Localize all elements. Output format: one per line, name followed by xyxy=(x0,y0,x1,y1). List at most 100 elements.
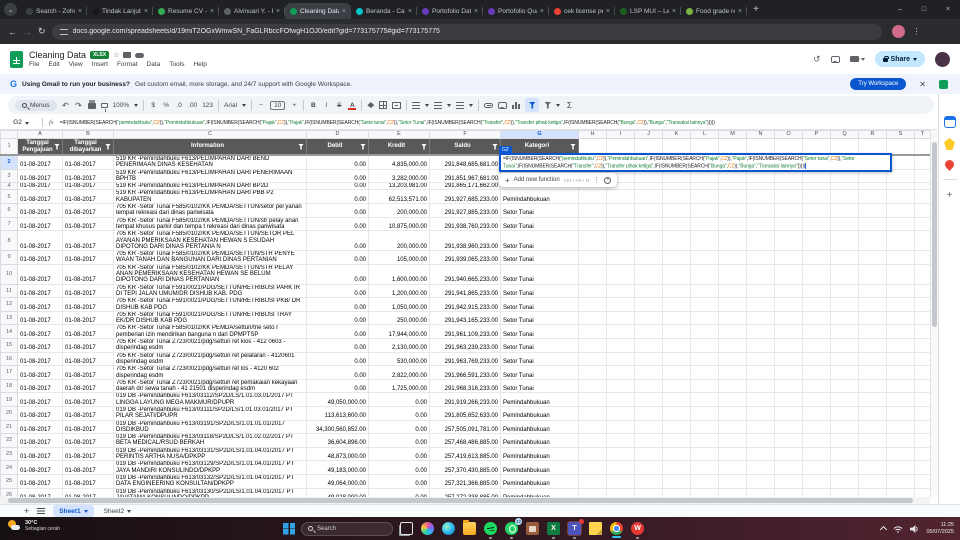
cell[interactable]: 291,968,316,233.00 xyxy=(430,379,501,393)
name-box[interactable]: G2 xyxy=(0,119,42,127)
cell[interactable]: Setor Tunai xyxy=(501,217,579,231)
empty-cell[interactable] xyxy=(859,231,887,251)
site-info-icon[interactable] xyxy=(60,29,68,35)
empty-cell[interactable] xyxy=(691,183,719,190)
empty-cell[interactable] xyxy=(635,284,663,298)
cell[interactable]: 01-08-2017 xyxy=(63,183,114,190)
tab-close-icon[interactable]: × xyxy=(672,8,676,15)
vertical-scrollbar-thumb[interactable] xyxy=(932,142,937,327)
cell[interactable]: 257,468,486,885.00 xyxy=(430,434,501,448)
menu-view[interactable]: View xyxy=(69,61,83,68)
menu-data[interactable]: Data xyxy=(147,61,161,68)
empty-cell[interactable] xyxy=(803,434,831,448)
empty-cell[interactable] xyxy=(635,311,663,325)
cell[interactable]: 01-08-2017 xyxy=(18,379,63,393)
empty-cell[interactable] xyxy=(607,251,635,265)
column-header-D[interactable]: D xyxy=(307,131,369,139)
cell[interactable]: 01-08-2017 xyxy=(63,488,114,497)
empty-cell[interactable] xyxy=(915,251,931,265)
start-button[interactable] xyxy=(283,523,295,535)
empty-cell[interactable] xyxy=(831,264,859,284)
column-header-N[interactable]: N xyxy=(747,131,775,139)
browser-tab[interactable]: Food grade rec× xyxy=(681,3,747,19)
empty-cell[interactable] xyxy=(775,325,803,339)
empty-cell[interactable] xyxy=(775,461,803,475)
empty-cell[interactable] xyxy=(747,325,775,339)
row-header-24[interactable]: 24 xyxy=(1,461,18,475)
cell[interactable]: 01-08-2017 xyxy=(18,474,63,488)
cell[interactable]: 291,938,760,233.00 xyxy=(430,217,501,231)
empty-cell[interactable] xyxy=(915,420,931,434)
row-header-22[interactable]: 22 xyxy=(1,434,18,448)
cell[interactable]: Pemindahbukuan xyxy=(501,190,579,204)
empty-cell[interactable] xyxy=(719,217,747,231)
sheets-panel-icon[interactable] xyxy=(939,80,948,89)
cell[interactable]: 01-08-2017 xyxy=(63,420,114,434)
empty-cell[interactable] xyxy=(719,420,747,434)
cell[interactable]: 705 KR -Setor Tunai F585/0102/KK PEMDA/S… xyxy=(114,231,307,251)
empty-cell[interactable] xyxy=(859,311,887,325)
empty-cell[interactable] xyxy=(663,352,691,366)
cell[interactable]: 291,943,165,233.00 xyxy=(430,311,501,325)
empty-cell[interactable] xyxy=(887,474,915,488)
filter-icon[interactable] xyxy=(298,144,304,150)
sticky-notes-icon[interactable] xyxy=(588,521,603,536)
empty-cell[interactable] xyxy=(663,251,691,265)
empty-cell[interactable] xyxy=(607,406,635,420)
empty-cell[interactable] xyxy=(691,488,719,497)
menu-tools[interactable]: Tools xyxy=(169,61,184,68)
cell[interactable]: 291,939,065,233.00 xyxy=(430,251,501,265)
empty-cell[interactable] xyxy=(831,393,859,407)
empty-cell[interactable] xyxy=(691,325,719,339)
fill-color-icon[interactable] xyxy=(367,102,374,108)
empty-cell[interactable] xyxy=(859,393,887,407)
cell[interactable]: 0.00 xyxy=(307,204,369,218)
cell[interactable]: 01-08-2017 xyxy=(18,461,63,475)
cell[interactable]: 291,966,591,233.00 xyxy=(430,366,501,380)
browser-tab[interactable]: Search - Zoho× xyxy=(21,3,87,19)
empty-cell[interactable] xyxy=(775,204,803,218)
empty-cell[interactable] xyxy=(579,434,607,448)
cell[interactable]: 105,000.00 xyxy=(369,251,430,265)
cell[interactable]: 01-08-2017 xyxy=(63,284,114,298)
column-header-O[interactable]: O xyxy=(775,131,803,139)
empty-cell[interactable] xyxy=(747,264,775,284)
cell[interactable]: 0.00 xyxy=(307,169,369,183)
empty-cell[interactable] xyxy=(775,284,803,298)
empty-cell[interactable] xyxy=(887,251,915,265)
empty-cell[interactable] xyxy=(831,311,859,325)
empty-cell[interactable] xyxy=(859,284,887,298)
empty-cell[interactable] xyxy=(803,325,831,339)
row-header-13[interactable]: 13 xyxy=(1,311,18,325)
cell[interactable]: 291,851,967,681.00 xyxy=(430,169,501,183)
cell[interactable]: 0.00 xyxy=(307,284,369,298)
browser-tab[interactable]: Portofolio Qual× xyxy=(483,3,549,19)
empty-cell[interactable] xyxy=(775,298,803,312)
empty-cell[interactable] xyxy=(775,447,803,461)
empty-cell[interactable] xyxy=(607,420,635,434)
cell[interactable]: 530,000.00 xyxy=(369,352,430,366)
empty-cell[interactable] xyxy=(859,217,887,231)
empty-cell[interactable] xyxy=(607,264,635,284)
cell[interactable]: 019 DB -Pemindahbuku F613/03191/SP2D/LS/… xyxy=(114,420,307,434)
empty-cell[interactable] xyxy=(831,231,859,251)
empty-cell[interactable] xyxy=(607,325,635,339)
cell[interactable]: 01-08-2017 xyxy=(18,284,63,298)
cell[interactable]: 01-08-2017 xyxy=(18,447,63,461)
cell[interactable]: 0.00 xyxy=(369,488,430,497)
empty-cell[interactable] xyxy=(831,204,859,218)
whatsapp-icon[interactable]: 32 xyxy=(504,521,519,536)
row-header-14[interactable]: 14 xyxy=(1,325,18,339)
add-sheet-icon[interactable]: + xyxy=(24,506,29,516)
cell[interactable]: 10,875,000.00 xyxy=(369,217,430,231)
tab-close-icon[interactable]: × xyxy=(342,8,346,15)
cell[interactable]: 019 DB -Pemindahbuku F613/03129/SP2D/LS/… xyxy=(114,461,307,475)
spotify-icon[interactable] xyxy=(483,521,498,536)
empty-cell[interactable] xyxy=(747,352,775,366)
empty-cell[interactable] xyxy=(803,251,831,265)
empty-cell[interactable] xyxy=(859,434,887,448)
cell[interactable]: 291,919,266,233.00 xyxy=(430,393,501,407)
row-header-26[interactable]: 26 xyxy=(1,488,18,497)
filter-icon[interactable] xyxy=(421,144,427,150)
header-cell[interactable]: Kredit xyxy=(369,139,430,156)
